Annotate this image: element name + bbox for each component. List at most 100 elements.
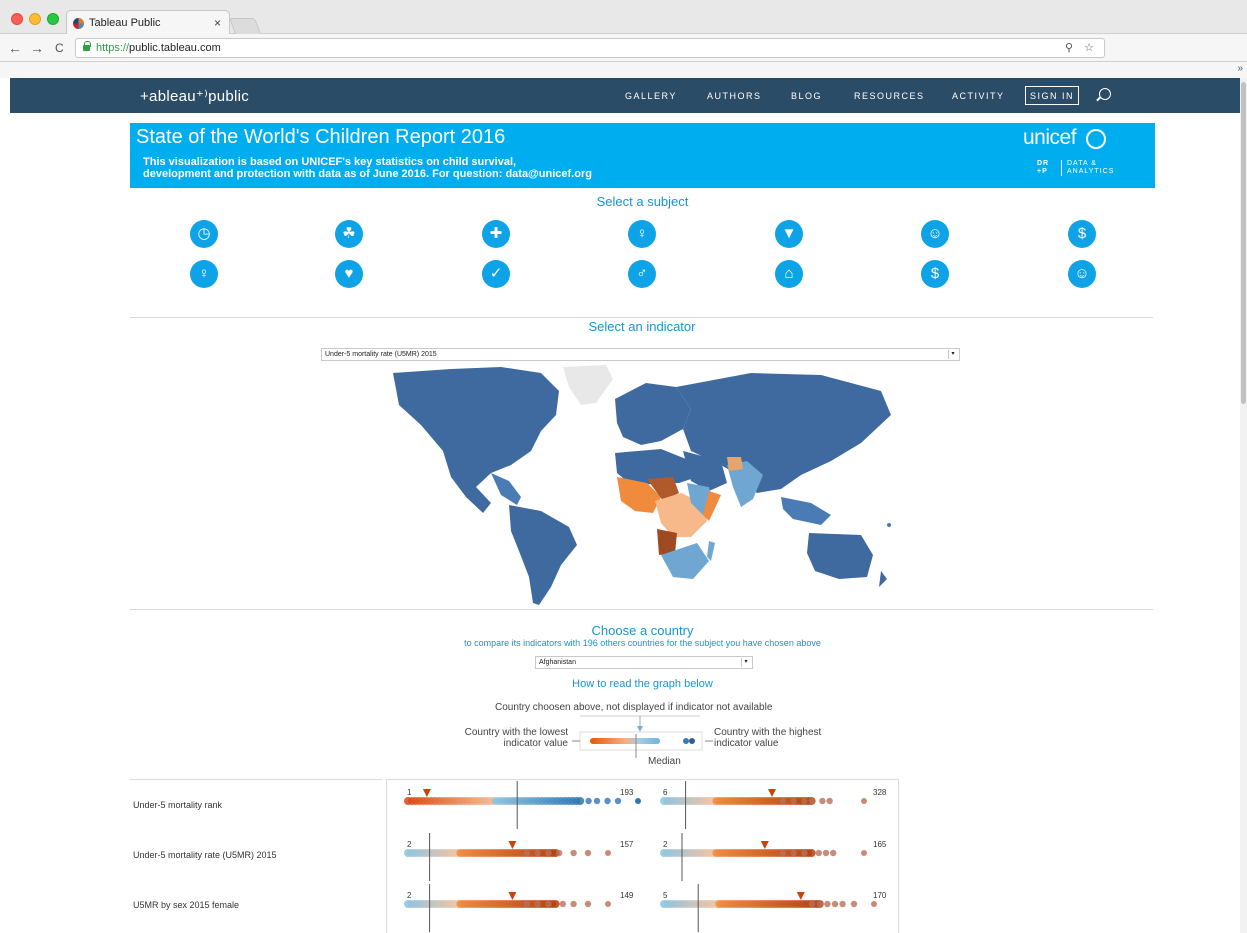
- dot-plot-point: [523, 849, 530, 857]
- boy-girl-icon[interactable]: ♂: [628, 260, 656, 288]
- sign-in-button[interactable]: SIGN IN: [1025, 86, 1079, 105]
- dot-plots: [404, 781, 877, 932]
- bookmarks-bar: »: [0, 62, 1247, 78]
- row1-left-max: 193: [620, 788, 634, 797]
- family-care-icon[interactable]: ♥: [335, 260, 363, 288]
- report-subtitle: This visualization is based on UNICEF's …: [143, 156, 743, 180]
- scrollbar-thumb[interactable]: [1241, 82, 1246, 404]
- dot-plot-point: [545, 849, 552, 857]
- unicef-emblem-icon: [1086, 129, 1106, 149]
- row1-right-max: 328: [873, 788, 887, 797]
- dot-plot-point: [824, 900, 831, 908]
- world-map[interactable]: [391, 365, 893, 607]
- dot-plot-point: [801, 797, 808, 805]
- chevron-down-icon: ▾: [948, 350, 957, 359]
- dot-plot-point: [816, 900, 823, 908]
- nav-activity[interactable]: ACTIVITY: [952, 91, 1005, 101]
- apple-icon[interactable]: ☘: [335, 220, 363, 248]
- medical-kit-icon[interactable]: ✚: [482, 220, 510, 248]
- browser-tab[interactable]: Tableau Public ×: [66, 10, 230, 35]
- url-scheme: https://: [96, 42, 130, 54]
- row3-right-max: 170: [873, 891, 887, 900]
- dot-plot-point: [826, 797, 833, 805]
- dot-plot-point: [585, 797, 592, 805]
- map-south-america: [509, 505, 577, 605]
- choose-country-title: Choose a country: [591, 623, 694, 638]
- dot-plot-point: [570, 900, 577, 908]
- row-label-under5-rank: Under-5 mortality rank: [133, 800, 223, 810]
- dot-plot-point: [809, 900, 816, 908]
- dot-plot-point: [830, 849, 837, 857]
- dot-plot-point: [570, 849, 577, 857]
- dot-plot-point: [831, 900, 839, 908]
- nav-blog[interactable]: BLOG: [791, 91, 822, 101]
- clock-icon[interactable]: ◷: [190, 220, 218, 248]
- select-indicator-title: Select an indicator: [588, 319, 696, 334]
- dot-plot-point: [545, 900, 552, 908]
- nav-authors[interactable]: AUTHORS: [707, 91, 762, 101]
- nav-resources[interactable]: RESOURCES: [854, 91, 925, 101]
- select-subject-title: Select a subject: [596, 194, 689, 209]
- bookmarks-overflow-icon[interactable]: »: [1237, 63, 1243, 74]
- map-pacific-island: [887, 523, 891, 527]
- legend-marker-icon: [637, 726, 643, 732]
- zoom-window-button[interactable]: [47, 13, 59, 25]
- indicator-select-value: Under-5 mortality rate (U5MR) 2015: [325, 351, 437, 358]
- tab-close-icon[interactable]: ×: [214, 16, 221, 30]
- map-central-america: [491, 473, 521, 505]
- dot-plot-point: [815, 849, 822, 857]
- drp-text: DATA & ANALYTICS: [1067, 160, 1115, 175]
- world-map-svg: [393, 365, 891, 605]
- address-bar[interactable]: https://public.tableau.com ⚲ ☆: [75, 38, 1105, 58]
- page-viewport: +ableau⁺⁾public GALLERY AUTHORS BLOG RES…: [10, 78, 1240, 933]
- dot-plot-point: [523, 900, 530, 908]
- legend-highest-line1: Country with the highest: [714, 727, 822, 738]
- dot-plot-point: [584, 849, 592, 857]
- reload-icon[interactable]: C: [55, 41, 64, 55]
- baby-icon[interactable]: ☺: [1068, 260, 1096, 288]
- back-arrow-icon[interactable]: ←: [8, 40, 22, 56]
- browser-toolbar: ← → C https://public.tableau.com ⚲ ☆: [0, 34, 1247, 62]
- url-host: public.tableau.com: [129, 42, 221, 54]
- divider: [130, 609, 1153, 610]
- legend-lowest: Country with the lowest indicator value: [456, 727, 568, 749]
- dot-plot-point: [807, 849, 816, 857]
- chevron-down-icon: ▾: [741, 658, 750, 667]
- new-tab-button[interactable]: [229, 18, 261, 34]
- dot-plot-point: [808, 797, 815, 805]
- selected-country-marker-icon: [422, 789, 431, 797]
- close-window-button[interactable]: [11, 13, 23, 25]
- row1-right-min: 6: [663, 788, 668, 797]
- people-group-icon[interactable]: ☺: [921, 220, 949, 248]
- money-icon[interactable]: $: [1068, 220, 1096, 248]
- omnibox-icons[interactable]: ⚲ ☆: [1065, 41, 1098, 54]
- tableau-header: +ableau⁺⁾public GALLERY AUTHORS BLOG RES…: [10, 78, 1240, 113]
- house-icon[interactable]: ⌂: [775, 260, 803, 288]
- female-icon[interactable]: ♀: [190, 260, 218, 288]
- legend-diagram: [572, 715, 713, 758]
- dot-plot-max-point: [871, 901, 877, 907]
- indicator-select[interactable]: Under-5 mortality rate (U5MR) 2015 ▾: [321, 348, 960, 361]
- row3-left-max: 149: [620, 891, 634, 900]
- ribbon-icon[interactable]: ♀: [628, 220, 656, 248]
- dot-plot-max-point: [861, 850, 867, 856]
- dot-plot-point: [559, 900, 566, 908]
- legend-lowest-line2: indicator value: [503, 738, 568, 749]
- selected-country-marker-icon: [768, 789, 776, 797]
- graduation-cap-icon[interactable]: ▼: [775, 220, 803, 248]
- drp-bracket: [1059, 160, 1062, 176]
- page-scrollbar[interactable]: [1240, 78, 1247, 933]
- nav-gallery[interactable]: GALLERY: [625, 91, 677, 101]
- minimize-window-button[interactable]: [29, 13, 41, 25]
- search-icon[interactable]: [1099, 88, 1111, 100]
- tableau-public-logo[interactable]: +ableau⁺⁾public: [140, 87, 249, 105]
- tab-title: Tableau Public: [89, 17, 161, 29]
- dot-plot-point: [534, 900, 541, 908]
- dot-plot-point: [551, 900, 560, 908]
- check-clock-icon[interactable]: ✓: [482, 260, 510, 288]
- forward-arrow-icon[interactable]: →: [30, 40, 44, 56]
- map-se-asia: [781, 497, 831, 525]
- savings-house-icon[interactable]: $: [921, 260, 949, 288]
- country-select[interactable]: Afghanistan ▾: [535, 656, 753, 669]
- dot-plot-point: [839, 900, 846, 908]
